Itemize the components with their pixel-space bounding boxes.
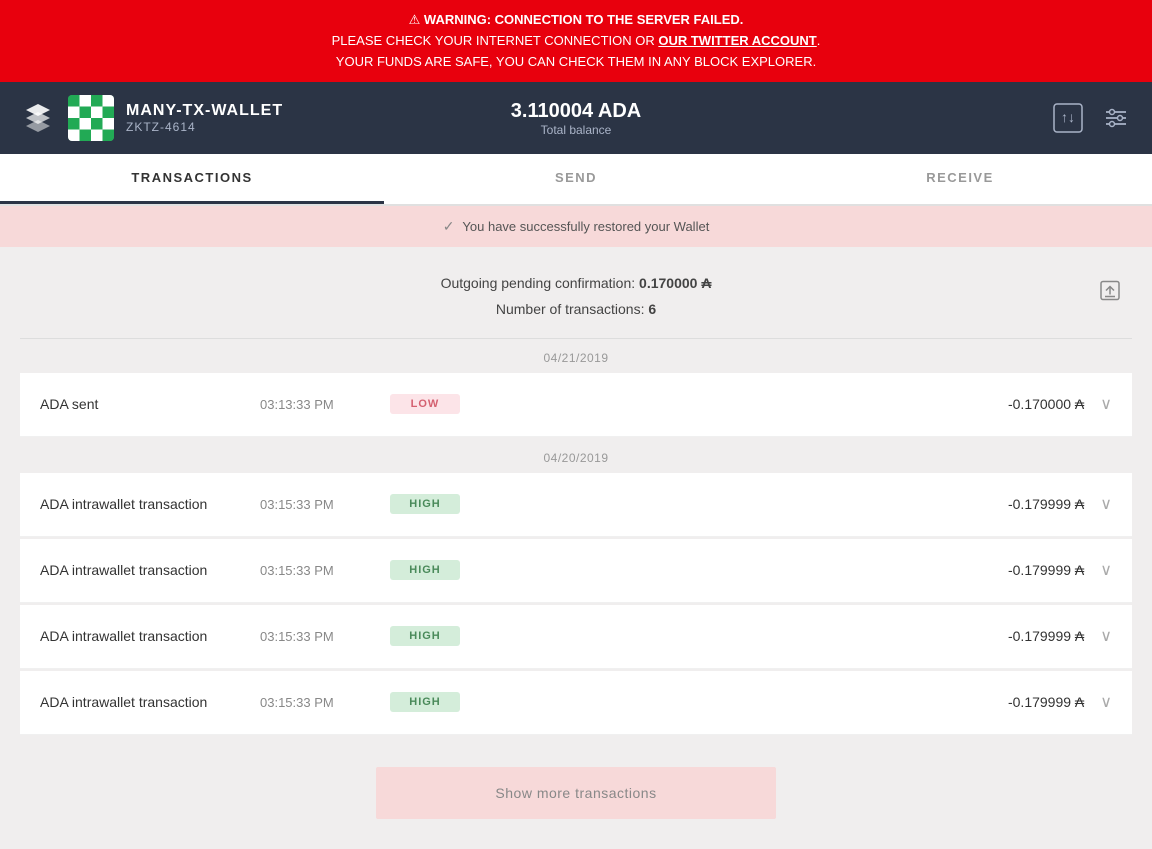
tab-send[interactable]: SEND bbox=[384, 154, 768, 204]
show-more-container: Show more transactions bbox=[20, 737, 1132, 849]
wallet-name: MANY-TX-WALLET bbox=[126, 102, 283, 120]
warning-line3: YOUR FUNDS ARE SAFE, YOU CAN CHECK THEM … bbox=[20, 52, 1132, 73]
tx-time: 03:15:33 PM bbox=[260, 695, 390, 710]
summary-section: Outgoing pending confirmation: 0.170000 … bbox=[20, 247, 1132, 337]
tx-time: 03:15:33 PM bbox=[260, 563, 390, 578]
tx-badge-high: HIGH bbox=[390, 692, 460, 712]
tx-badge-high: HIGH bbox=[390, 494, 460, 514]
warning-banner: ⚠ WARNING: CONNECTION TO THE SERVER FAIL… bbox=[0, 0, 1152, 82]
show-more-button[interactable]: Show more transactions bbox=[376, 767, 776, 819]
transaction-row: ADA sent 03:13:33 PM LOW -0.170000 ₳ ∨ bbox=[20, 373, 1132, 437]
transaction-row: ADA intrawallet transaction 03:15:33 PM … bbox=[20, 539, 1132, 603]
pending-amount: 0.170000 ₳ bbox=[639, 275, 711, 291]
wallet-details: MANY-TX-WALLET ZKTZ-4614 bbox=[126, 102, 283, 134]
tx-title: ADA intrawallet transaction bbox=[40, 694, 260, 710]
settings-icon[interactable] bbox=[1100, 102, 1132, 134]
balance-section: 3.110004 ADA Total balance bbox=[511, 100, 641, 137]
tx-amount: -0.170000 ₳ bbox=[1008, 396, 1084, 412]
date-header-2: 04/20/2019 bbox=[20, 439, 1132, 473]
tab-transactions[interactable]: TRANSACTIONS bbox=[0, 154, 384, 204]
balance-amount: 3.110004 ADA bbox=[511, 100, 641, 123]
tx-title: ADA intrawallet transaction bbox=[40, 562, 260, 578]
tx-title: ADA intrawallet transaction bbox=[40, 496, 260, 512]
tx-amount: -0.179999 ₳ bbox=[1008, 562, 1084, 578]
tx-count-label: Number of transactions: bbox=[496, 301, 645, 317]
transaction-row: ADA intrawallet transaction 03:15:33 PM … bbox=[20, 605, 1132, 669]
send-receive-icon[interactable]: ↑↓ bbox=[1052, 102, 1084, 134]
warning-line1: WARNING: CONNECTION TO THE SERVER FAILED… bbox=[424, 12, 743, 27]
tx-badge-high: HIGH bbox=[390, 626, 460, 646]
checkmark-icon: ✓ bbox=[443, 218, 455, 235]
tx-badge-high: HIGH bbox=[390, 560, 460, 580]
tx-badge-low: LOW bbox=[390, 394, 460, 414]
svg-text:↑↓: ↑↓ bbox=[1061, 109, 1075, 125]
app-header: MANY-TX-WALLET ZKTZ-4614 3.110004 ADA To… bbox=[0, 82, 1152, 154]
balance-label: Total balance bbox=[511, 123, 641, 137]
tx-count-text: Number of transactions: 6 bbox=[20, 297, 1132, 322]
summary-text: Outgoing pending confirmation: 0.170000 … bbox=[20, 271, 1132, 296]
header-actions: ↑↓ bbox=[1052, 102, 1132, 134]
export-button[interactable] bbox=[1098, 278, 1122, 307]
warning-icon: ⚠ bbox=[409, 12, 421, 27]
transaction-row: ADA intrawallet transaction 03:15:33 PM … bbox=[20, 473, 1132, 537]
tx-time: 03:13:33 PM bbox=[260, 397, 390, 412]
success-notification: ✓ You have successfully restored your Wa… bbox=[0, 206, 1152, 247]
tx-amount: -0.179999 ₳ bbox=[1008, 628, 1084, 644]
success-message: You have successfully restored your Wall… bbox=[462, 219, 709, 234]
tx-amount: -0.179999 ₳ bbox=[1008, 694, 1084, 710]
tx-time: 03:15:33 PM bbox=[260, 497, 390, 512]
expand-icon[interactable]: ∨ bbox=[1100, 626, 1112, 646]
transaction-row: ADA intrawallet transaction 03:15:33 PM … bbox=[20, 671, 1132, 735]
tx-title: ADA intrawallet transaction bbox=[40, 628, 260, 644]
twitter-link[interactable]: OUR TWITTER ACCOUNT bbox=[658, 33, 816, 48]
expand-icon[interactable]: ∨ bbox=[1100, 394, 1112, 414]
wallet-id: ZKTZ-4614 bbox=[126, 120, 283, 134]
tx-amount: -0.179999 ₳ bbox=[1008, 496, 1084, 512]
navigation-tabs: TRANSACTIONS SEND RECEIVE bbox=[0, 154, 1152, 206]
expand-icon[interactable]: ∨ bbox=[1100, 494, 1112, 514]
main-content: Outgoing pending confirmation: 0.170000 … bbox=[0, 247, 1152, 848]
warning-line2-prefix: PLEASE CHECK YOUR INTERNET CONNECTION OR bbox=[332, 33, 659, 48]
tx-time: 03:15:33 PM bbox=[260, 629, 390, 644]
expand-icon[interactable]: ∨ bbox=[1100, 692, 1112, 712]
expand-icon[interactable]: ∨ bbox=[1100, 560, 1112, 580]
pending-label: Outgoing pending confirmation: bbox=[441, 275, 636, 291]
wallet-avatar bbox=[68, 95, 114, 141]
warning-line2-suffix: . bbox=[817, 33, 821, 48]
tx-count: 6 bbox=[648, 301, 656, 317]
date-header-1: 04/21/2019 bbox=[20, 339, 1132, 373]
app-logo bbox=[20, 100, 56, 136]
wallet-info-section: MANY-TX-WALLET ZKTZ-4614 bbox=[20, 95, 283, 141]
tx-title: ADA sent bbox=[40, 396, 260, 412]
tab-receive[interactable]: RECEIVE bbox=[768, 154, 1152, 204]
